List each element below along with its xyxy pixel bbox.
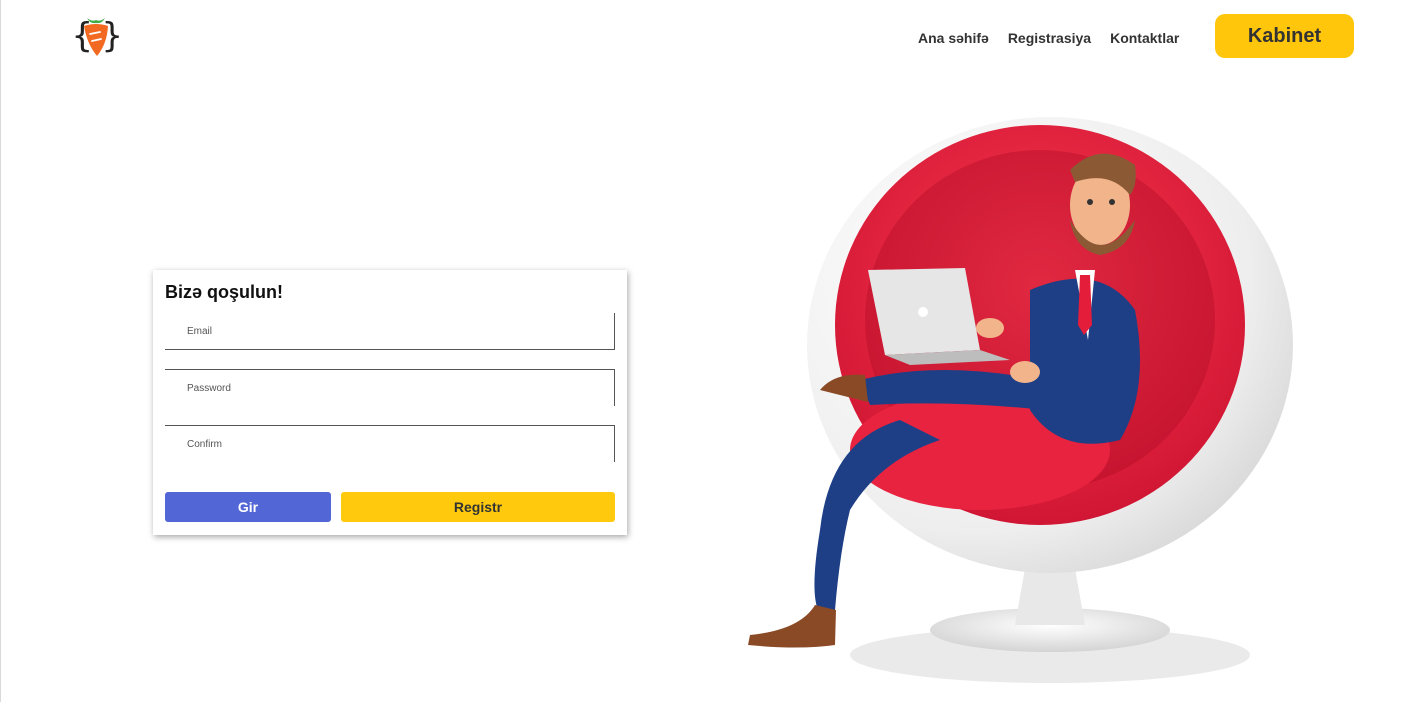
email-input[interactable] xyxy=(165,313,614,349)
form-title: Bizə qoşulun! xyxy=(165,282,283,302)
nav-link-contacts[interactable]: Kontaktlar xyxy=(1110,30,1179,46)
email-field-wrapper xyxy=(165,313,615,350)
nav-link-home[interactable]: Ana səhifə xyxy=(918,30,989,46)
password-input[interactable] xyxy=(165,370,614,406)
man-in-egg-chair-illustration xyxy=(740,110,1310,690)
register-button[interactable]: Registr xyxy=(341,492,615,522)
signup-form-card: Bizə qoşulun! Gir Registr xyxy=(153,270,627,535)
main-navigation: Ana səhifə Registrasiya Kontaktlar xyxy=(918,30,1179,46)
brand-logo-icon[interactable]: { } xyxy=(70,10,124,60)
confirm-password-input[interactable] xyxy=(165,426,614,462)
confirm-field-wrapper xyxy=(165,425,615,462)
login-button[interactable]: Gir xyxy=(165,492,331,522)
password-field-wrapper xyxy=(165,369,615,406)
nav-link-registration[interactable]: Registrasiya xyxy=(1008,30,1091,46)
page-left-border xyxy=(0,0,1,702)
cabinet-button[interactable]: Kabinet xyxy=(1215,14,1354,58)
